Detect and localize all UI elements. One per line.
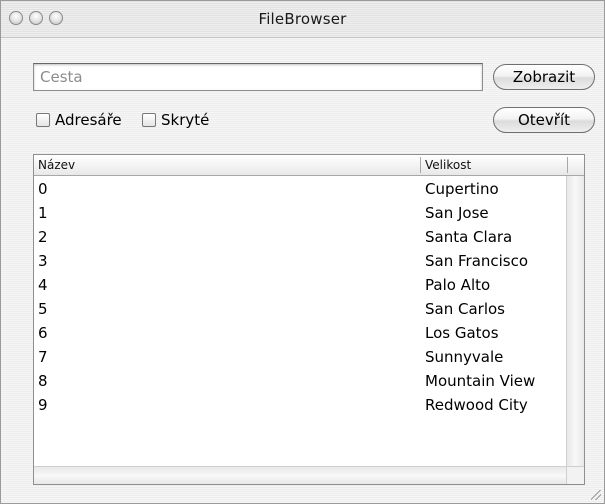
cell-name: 0 [38, 180, 48, 198]
cell-size: Sunnyvale [425, 348, 504, 366]
table-row[interactable]: 7 Sunnyvale [34, 345, 567, 369]
cell-size: Los Gatos [425, 324, 499, 342]
filebrowser-window: FileBrowser Zobrazit Otevřít Adresáře Sk… [0, 0, 605, 504]
table-header: Název Velikost [34, 155, 584, 176]
vertical-scrollbar[interactable] [566, 176, 584, 467]
cell-name: 4 [38, 276, 48, 294]
table-row[interactable]: 5 San Carlos [34, 297, 567, 321]
cell-name: 5 [38, 300, 48, 318]
cell-name: 2 [38, 228, 48, 246]
file-table[interactable]: Název Velikost 0 Cupertino 1 San Jose 2 Santa… [33, 154, 585, 485]
checkbox-box[interactable] [36, 113, 50, 127]
path-input[interactable] [33, 63, 483, 91]
cell-name: 3 [38, 252, 48, 270]
resize-grip-icon[interactable] [591, 490, 601, 500]
cell-size: Mountain View [425, 372, 536, 390]
directories-checkbox-label: Adresáře [55, 111, 122, 129]
directories-checkbox[interactable]: Adresáře [36, 111, 122, 129]
open-button[interactable]: Otevřít [493, 107, 595, 133]
cell-name: 8 [38, 372, 48, 390]
cell-name: 1 [38, 204, 48, 222]
column-header-name[interactable]: Název [34, 155, 420, 175]
cell-size: Santa Clara [425, 228, 513, 246]
cell-size: Cupertino [425, 180, 499, 198]
hidden-checkbox-label: Skryté [161, 111, 210, 129]
column-header-size[interactable]: Velikost [421, 155, 567, 175]
table-row[interactable]: 3 San Francisco [34, 249, 567, 273]
table-row[interactable]: 1 San Jose [34, 201, 567, 225]
table-row[interactable]: 6 Los Gatos [34, 321, 567, 345]
table-row[interactable]: 9 Redwood City [34, 393, 567, 417]
cell-size: San Carlos [425, 300, 505, 318]
table-body: 0 Cupertino 1 San Jose 2 Santa Clara 3 San Fran… [34, 177, 567, 417]
window-title: FileBrowser [258, 10, 347, 28]
cell-name: 9 [38, 396, 48, 414]
cell-size: San Francisco [425, 252, 529, 270]
cell-size: San Jose [425, 204, 489, 222]
horizontal-scrollbar[interactable] [34, 466, 567, 484]
cell-name: 6 [38, 324, 48, 342]
table-row[interactable]: 2 Santa Clara [34, 225, 567, 249]
scroll-corner [566, 466, 584, 484]
hidden-checkbox[interactable]: Skryté [142, 111, 209, 129]
title-bar[interactable]: FileBrowser [1, 1, 604, 38]
table-row[interactable]: 8 Mountain View [34, 369, 567, 393]
show-button[interactable]: Zobrazit [493, 64, 595, 90]
table-row[interactable]: 0 Cupertino [34, 177, 567, 201]
cell-size: Redwood City [425, 396, 528, 414]
table-row[interactable]: 4 Palo Alto [34, 273, 567, 297]
checkbox-box[interactable] [142, 113, 156, 127]
cell-size: Palo Alto [425, 276, 491, 294]
cell-name: 7 [38, 348, 48, 366]
column-divider [567, 157, 568, 173]
